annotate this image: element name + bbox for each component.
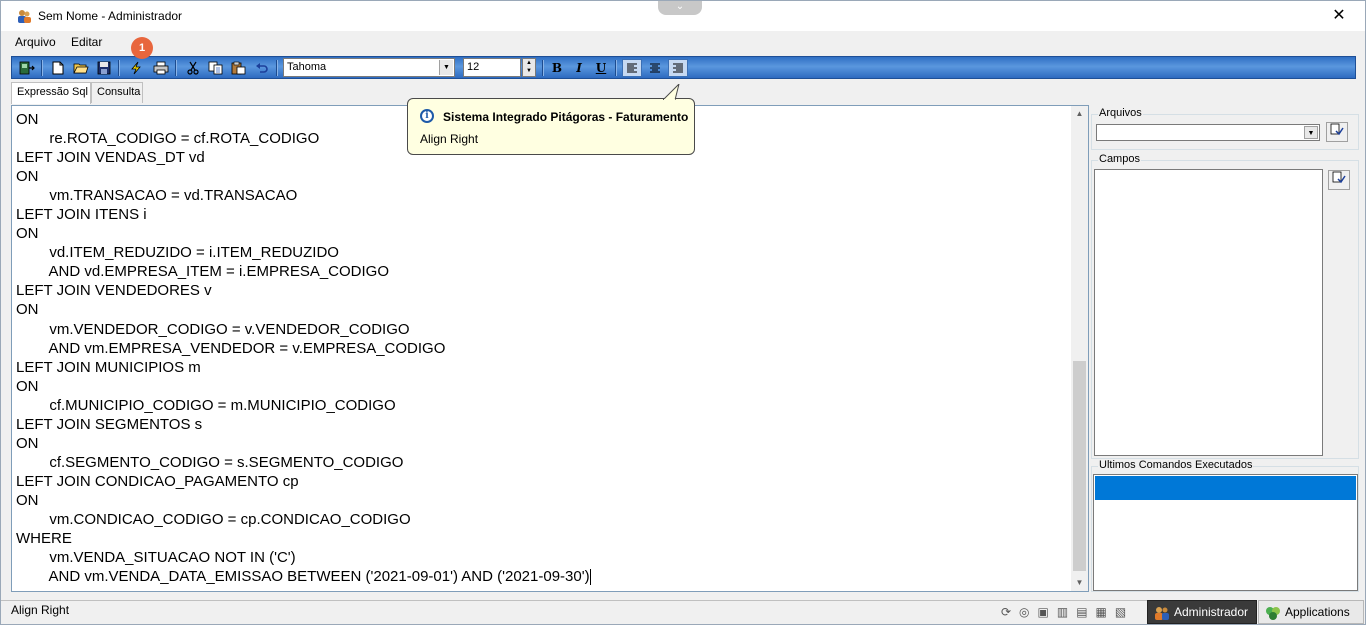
sql-line[interactable]: LEFT JOIN SEGMENTOS s: [16, 415, 1070, 434]
sql-line[interactable]: cf.SEGMENTO_CODIGO = s.SEGMENTO_CODIGO: [16, 453, 1070, 472]
italic-button[interactable]: I: [569, 59, 589, 77]
info-icon: i: [420, 109, 434, 123]
tooltip-tail: [663, 84, 680, 100]
align-right-icon[interactable]: [668, 59, 688, 77]
undo-icon[interactable]: [252, 59, 271, 77]
scroll-up-icon[interactable]: ▲: [1071, 106, 1088, 122]
sql-line[interactable]: vm.TRANSACAO = vd.TRANSACAO: [16, 186, 1070, 205]
app-users-icon: [18, 10, 31, 23]
taskbar-applications-button[interactable]: Applications: [1258, 600, 1364, 624]
taskbar-applications-label: Applications: [1285, 605, 1350, 619]
copy-icon[interactable]: [206, 59, 225, 77]
tab-expressao-sql[interactable]: Expressão Sql: [11, 82, 91, 104]
sql-line[interactable]: ON: [16, 224, 1070, 243]
font-name-value: Tahoma: [287, 61, 327, 73]
ultimos-comandos-list[interactable]: [1093, 474, 1358, 591]
scrollbar-thumb[interactable]: [1073, 361, 1086, 571]
font-size-spinner[interactable]: ▲ ▼: [522, 58, 536, 77]
sql-line[interactable]: AND vd.EMPRESA_ITEM = i.EMPRESA_CODIGO: [16, 262, 1070, 281]
scroll-down-icon[interactable]: ▼: [1071, 575, 1088, 591]
taskbar-administrador-button[interactable]: Administrador: [1147, 600, 1257, 624]
sql-editor-text[interactable]: ON re.ROTA_CODIGO = cf.ROTA_CODIGO LEFT J…: [16, 110, 1070, 586]
taskbar-administrador-label: Administrador: [1174, 605, 1249, 619]
arquivos-select[interactable]: ▼: [1096, 124, 1320, 141]
sql-line[interactable]: ON: [16, 434, 1070, 453]
sql-line[interactable]: WHERE: [16, 529, 1070, 548]
paste-icon[interactable]: [229, 59, 248, 77]
sql-line[interactable]: ON: [16, 167, 1070, 186]
exit-icon[interactable]: [17, 59, 36, 77]
sql-editor[interactable]: ON re.ROTA_CODIGO = cf.ROTA_CODIGO LEFT J…: [11, 105, 1089, 592]
status-bar: Align Right: [1, 600, 1147, 618]
collapse-chevron-icon[interactable]: ⌄: [658, 1, 702, 15]
selected-command-row[interactable]: [1095, 476, 1356, 500]
font-size-input[interactable]: 12: [463, 58, 521, 77]
menu-arquivo[interactable]: Arquivo: [15, 35, 56, 49]
sql-line[interactable]: ON: [16, 491, 1070, 510]
sql-line[interactable]: vd.ITEM_REDUZIDO = i.ITEM_REDUZIDO: [16, 243, 1070, 262]
print-icon[interactable]: [151, 59, 170, 77]
tooltip-balloon: i Sistema Integrado Pitágoras - Faturame…: [407, 98, 695, 155]
close-button[interactable]: ✕: [1327, 4, 1351, 28]
sql-line[interactable]: LEFT JOIN VENDEDORES v: [16, 281, 1070, 300]
tab-consulta[interactable]: Consulta: [91, 82, 143, 103]
new-file-icon[interactable]: [48, 59, 67, 77]
menu-editar[interactable]: Editar: [71, 35, 102, 49]
campos-group: Campos: [1091, 153, 1359, 459]
users-icon: [1155, 606, 1169, 620]
campos-load-button[interactable]: [1328, 170, 1350, 190]
applications-icon: [1266, 606, 1280, 620]
font-size-value: 12: [467, 61, 480, 73]
execute-icon[interactable]: [126, 59, 145, 77]
save-icon[interactable]: [94, 59, 113, 77]
align-center-icon[interactable]: [645, 59, 665, 77]
bold-button[interactable]: B: [547, 59, 567, 77]
app-window: Sem Nome - Administrador ⌄ ✕ Arquivo Edi…: [0, 0, 1366, 625]
sql-line[interactable]: AND vm.VENDA_DATA_EMISSAO BETWEEN ('2021…: [16, 567, 1070, 586]
status-text: Align Right: [11, 603, 70, 617]
chevron-down-icon[interactable]: ▼: [439, 60, 453, 75]
toolbar: Tahoma ▼ 12 ▲ ▼ B I U: [11, 56, 1356, 79]
system-tray-icons: ⟳◎▣▥▤▦▧: [1001, 605, 1135, 619]
menu-bar: Arquivo Editar: [1, 31, 1365, 53]
sql-line[interactable]: LEFT JOIN ITENS i: [16, 205, 1070, 224]
step-badge: 1: [131, 37, 153, 59]
font-name-select[interactable]: Tahoma ▼: [283, 58, 455, 77]
sql-line[interactable]: LEFT JOIN MUNICIPIOS m: [16, 358, 1070, 377]
ultimos-comandos-label: Ultimos Comandos Executados: [1098, 459, 1254, 471]
arquivos-label: Arquivos: [1098, 107, 1143, 119]
editor-scrollbar[interactable]: ▲ ▼: [1071, 106, 1088, 591]
text-caret: [589, 569, 591, 586]
ultimos-comandos-group: Ultimos Comandos Executados: [1091, 459, 1359, 592]
chevron-down-icon[interactable]: ▼: [1304, 126, 1318, 139]
window-title: Sem Nome - Administrador: [38, 9, 183, 23]
sql-line[interactable]: ON: [16, 300, 1070, 319]
sql-line[interactable]: cf.MUNICIPIO_CODIGO = m.MUNICIPIO_CODIGO: [16, 396, 1070, 415]
campos-list[interactable]: [1094, 169, 1323, 456]
arquivos-group: Arquivos ▼: [1091, 107, 1359, 150]
sql-line[interactable]: AND vm.EMPRESA_VENDEDOR = v.EMPRESA_CODI…: [16, 339, 1070, 358]
title-bar: Sem Nome - Administrador ⌄ ✕: [1, 1, 1365, 31]
sql-line[interactable]: vm.CONDICAO_CODIGO = cp.CONDICAO_CODIGO: [16, 510, 1070, 529]
underline-button[interactable]: U: [591, 59, 611, 77]
sql-line[interactable]: ON: [16, 377, 1070, 396]
align-left-icon[interactable]: [622, 59, 642, 77]
sql-line[interactable]: LEFT JOIN CONDICAO_PAGAMENTO cp: [16, 472, 1070, 491]
cut-icon[interactable]: [183, 59, 202, 77]
tooltip-title: Sistema Integrado Pitágoras - Faturament…: [443, 110, 689, 124]
sql-line[interactable]: vm.VENDA_SITUACAO NOT IN ('C'): [16, 548, 1070, 567]
arquivos-load-button[interactable]: [1326, 122, 1348, 142]
campos-label: Campos: [1098, 153, 1141, 165]
tooltip-body: Align Right: [420, 132, 479, 146]
open-folder-icon[interactable]: [71, 59, 90, 77]
sql-line[interactable]: vm.VENDEDOR_CODIGO = v.VENDEDOR_CODIGO: [16, 320, 1070, 339]
